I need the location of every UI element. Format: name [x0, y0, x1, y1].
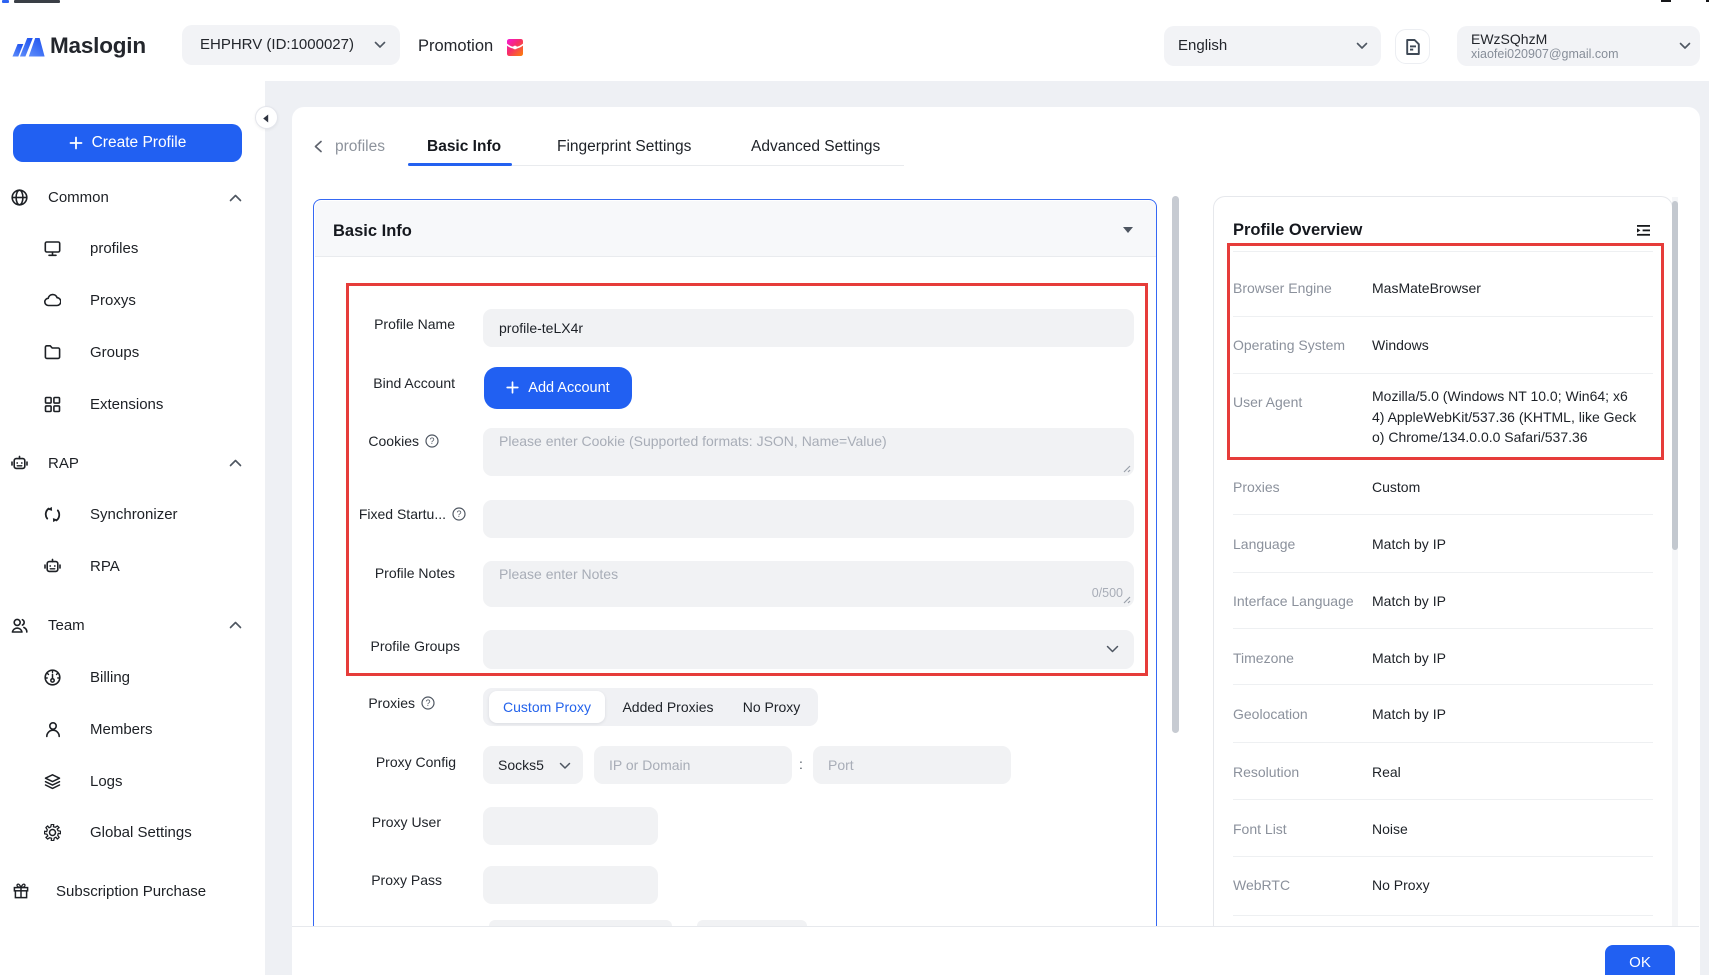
svg-text:?: ?	[425, 698, 430, 708]
